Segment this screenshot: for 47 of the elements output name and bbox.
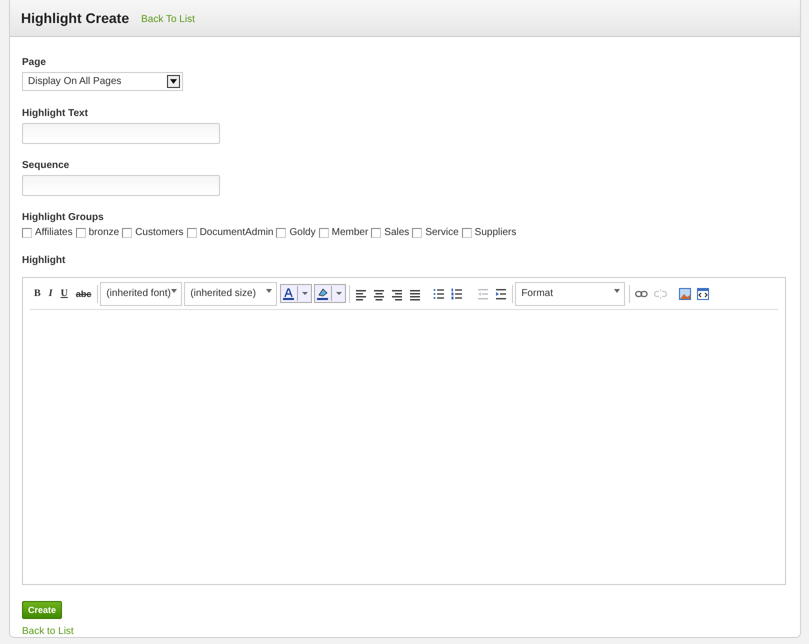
- checkbox-label: Affiliates: [35, 227, 73, 238]
- page-title: Highlight Create: [21, 10, 130, 26]
- page-dropdown[interactable]: Display On All Pages: [22, 72, 183, 91]
- checkbox-label: Customers: [135, 227, 184, 238]
- checkbox-label: DocumentAdmin: [200, 227, 274, 238]
- checkbox[interactable]: [412, 228, 422, 238]
- field-label: Page: [22, 57, 47, 68]
- numbered-list-icon[interactable]: [451, 286, 464, 300]
- checkbox-label: Goldy: [289, 227, 316, 238]
- format-button[interactable]: abc: [72, 288, 96, 298]
- checkbox-label: Sales: [384, 227, 410, 238]
- checkbox[interactable]: [22, 228, 32, 238]
- source-code-icon[interactable]: [697, 288, 710, 300]
- caret-icon: [171, 288, 178, 292]
- checkbox[interactable]: [186, 228, 197, 238]
- checkbox-label: Member: [332, 227, 368, 238]
- checkbox[interactable]: [371, 228, 382, 238]
- caret-icon: [266, 288, 272, 292]
- field-label: Highlight Text: [22, 108, 89, 119]
- checkbox[interactable]: [276, 228, 286, 238]
- caret-icon: [614, 288, 620, 292]
- image-icon[interactable]: [679, 288, 692, 300]
- link-icon[interactable]: [635, 290, 648, 298]
- size-dropdown[interactable]: (inherited size): [184, 282, 278, 306]
- checkbox-label: Service: [425, 227, 459, 238]
- field-label: Highlight Groups: [22, 212, 105, 223]
- rich-text-editor[interactable]: B I U abc (inherited font) (inherited size) Format: [22, 277, 786, 585]
- input-field[interactable]: [22, 175, 220, 196]
- format-button[interactable]: I: [44, 288, 57, 299]
- checkbox-label: bronze: [88, 227, 120, 238]
- input-field[interactable]: [22, 123, 220, 144]
- format-dropdown[interactable]: Format: [515, 282, 626, 306]
- bullet-list-icon[interactable]: [433, 286, 446, 300]
- field-label: Sequence: [22, 160, 70, 171]
- checkbox[interactable]: [462, 228, 472, 238]
- format-button[interactable]: B: [30, 288, 45, 299]
- caret-icon: [170, 79, 177, 84]
- checkbox[interactable]: [318, 228, 329, 238]
- checkbox[interactable]: [122, 228, 132, 238]
- font-dropdown[interactable]: (inherited font): [100, 282, 182, 306]
- checkbox[interactable]: [76, 228, 86, 238]
- indent-icon[interactable]: [495, 286, 508, 300]
- text-color-button[interactable]: [280, 284, 312, 303]
- checkbox-label: Suppliers: [474, 227, 516, 238]
- highlight-color-button[interactable]: [314, 284, 346, 303]
- format-button[interactable]: U: [56, 288, 72, 299]
- field-label: Highlight: [22, 255, 66, 266]
